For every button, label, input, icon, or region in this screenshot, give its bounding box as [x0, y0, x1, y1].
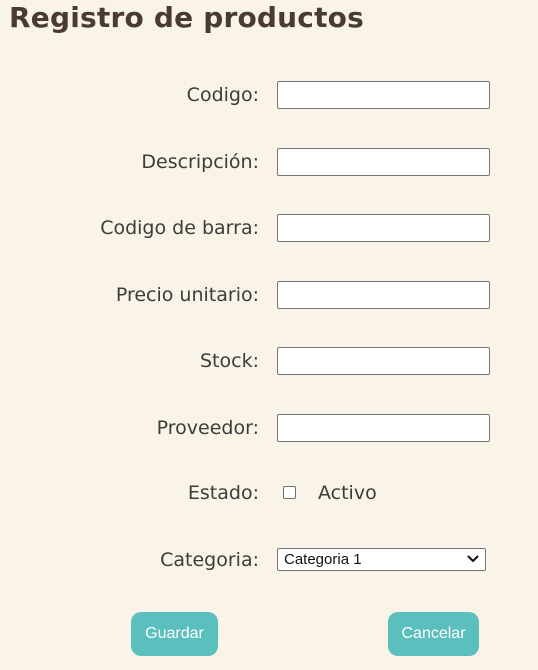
stock-label: Stock: [200, 350, 259, 372]
precio-label: Precio unitario: [115, 284, 259, 306]
save-button[interactable]: Guardar [131, 612, 218, 656]
stock-input[interactable] [277, 347, 490, 375]
proveedor-row: Proveedor: [0, 413, 538, 443]
categoria-selected-value: Categoria 1 [284, 551, 362, 568]
categoria-row: Categoria: Categoria 1 [0, 545, 538, 575]
page-title: Registro de productos [9, 1, 364, 34]
codigo-barra-label: Codigo de barra: [100, 217, 259, 239]
proveedor-input[interactable] [277, 414, 490, 442]
activo-label: Activo [318, 482, 377, 504]
chevron-down-icon [467, 555, 479, 562]
categoria-select[interactable]: Categoria 1 [277, 548, 486, 571]
precio-input[interactable] [277, 281, 490, 309]
descripcion-input[interactable] [277, 148, 490, 176]
precio-row: Precio unitario: [0, 280, 538, 310]
proveedor-label: Proveedor: [156, 417, 259, 439]
codigo-input[interactable] [277, 81, 490, 109]
codigo-barra-row: Codigo de barra: [0, 213, 538, 243]
codigo-barra-input[interactable] [277, 214, 490, 242]
stock-row: Stock: [0, 346, 538, 376]
estado-label: Estado: [187, 482, 259, 504]
descripcion-label: Descripción: [141, 151, 259, 173]
categoria-label: Categoria: [160, 549, 259, 571]
descripcion-row: Descripción: [0, 147, 538, 177]
codigo-label: Codigo: [186, 84, 259, 106]
activo-checkbox[interactable] [283, 486, 296, 499]
codigo-row: Codigo: [0, 80, 538, 110]
cancel-button[interactable]: Cancelar [388, 612, 479, 656]
estado-row: Estado: Activo [0, 478, 538, 508]
